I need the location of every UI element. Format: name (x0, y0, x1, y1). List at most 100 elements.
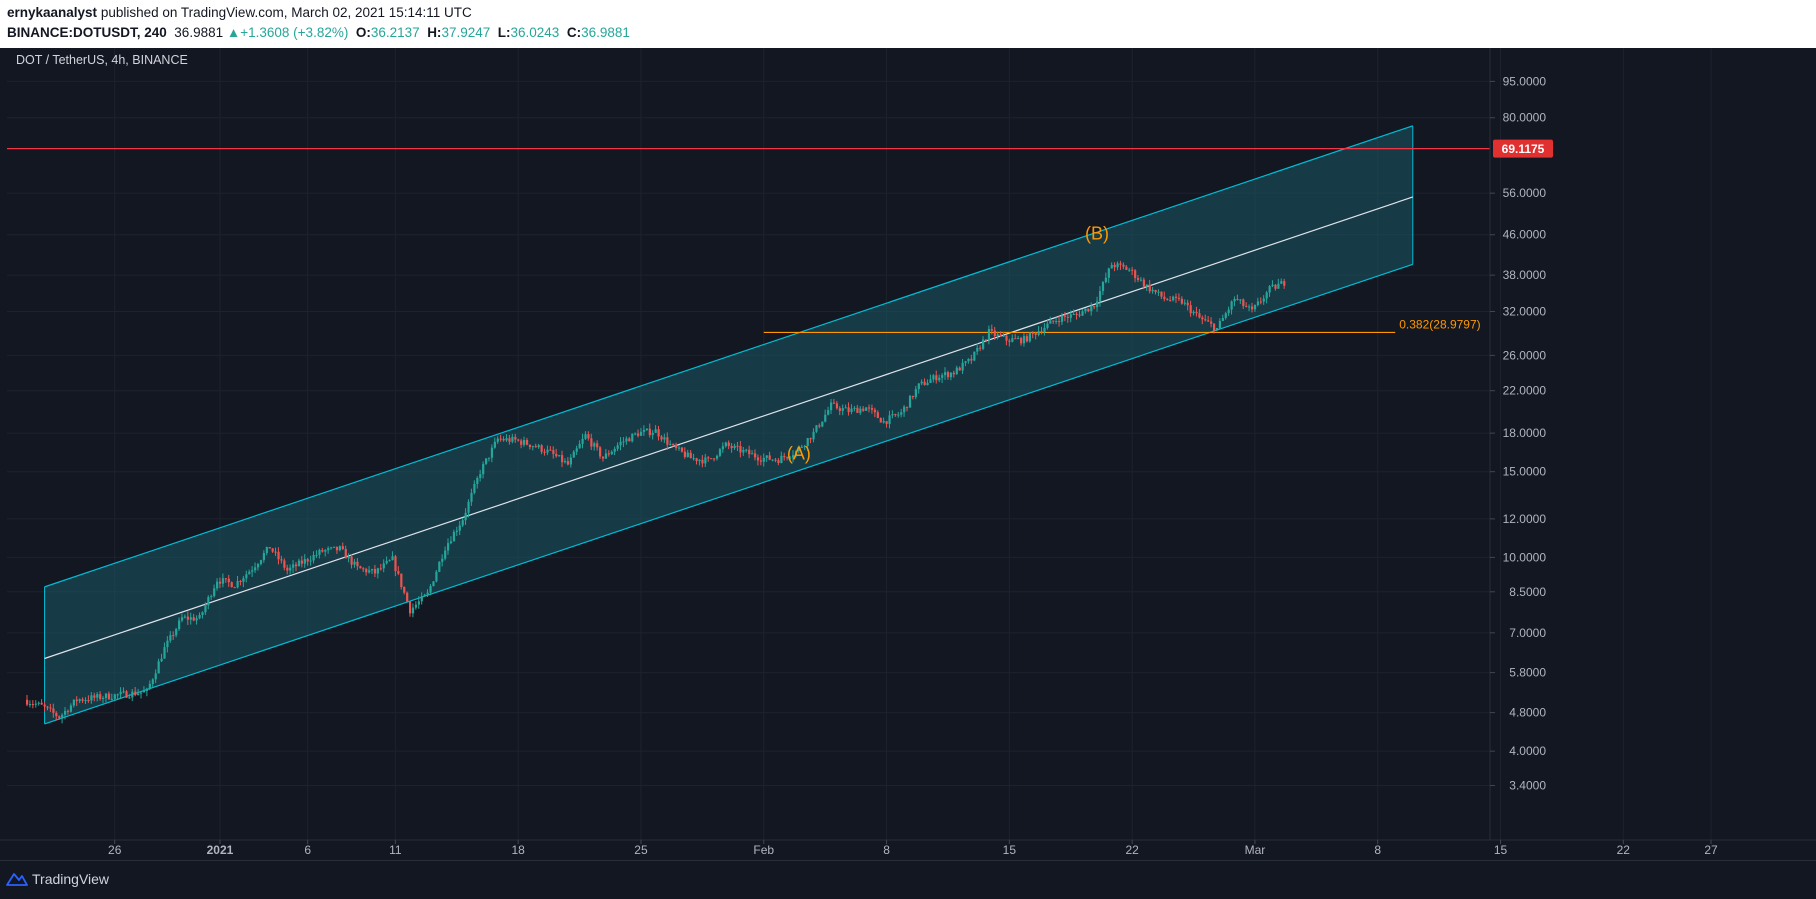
candle-body (49, 707, 52, 709)
price-change: +1.3608 (+3.82%) (240, 25, 349, 40)
candle-body (1174, 296, 1178, 298)
candle-body (192, 617, 195, 621)
candle-body (178, 620, 181, 630)
candle-body (347, 556, 350, 559)
price-tick-label: 32.0000 (1503, 304, 1547, 318)
candle-body (1224, 313, 1227, 318)
change-up-icon: ▲ (226, 25, 241, 40)
candle-body (1233, 299, 1236, 302)
candle-body (540, 445, 543, 452)
candle-body (926, 382, 929, 386)
low-label: L: (497, 25, 511, 40)
candle-body (713, 458, 716, 460)
candle-body (34, 703, 37, 705)
time-tick-label: 27 (1704, 843, 1718, 857)
candle-body (145, 688, 149, 691)
candle-body (169, 635, 172, 641)
price-tick-label: 56.0000 (1503, 186, 1547, 200)
publisher-name[interactable]: ernykaanalyst (7, 5, 97, 20)
candle-body (271, 548, 274, 552)
candle-body (818, 425, 821, 427)
candle-body (224, 578, 228, 580)
candle-body (315, 554, 318, 556)
candle-body (897, 414, 900, 416)
candle-body (1116, 263, 1119, 268)
candle-body (1008, 340, 1011, 342)
candle-body (941, 375, 944, 378)
candle-body (233, 587, 236, 589)
candle-body (69, 705, 73, 712)
candle-body (870, 408, 874, 410)
candle-body (140, 692, 143, 694)
candle-body (406, 592, 409, 602)
price-tick-label: 4.8000 (1509, 706, 1546, 720)
candle-body (1034, 333, 1037, 335)
candle-body (561, 455, 564, 463)
candle-body (619, 441, 622, 446)
candle-body (1040, 331, 1043, 333)
candle-body (496, 438, 499, 442)
candle-body (294, 564, 298, 567)
candle-body (84, 700, 87, 702)
candle-body (563, 461, 567, 463)
candle-body (1212, 323, 1216, 331)
candle-body (999, 334, 1002, 336)
candle-body (444, 550, 447, 559)
candle-body (727, 442, 730, 446)
candle-body (847, 407, 850, 413)
chart-frame: ernykaanalyst published on TradingView.c… (0, 0, 1816, 899)
candle-body (990, 329, 993, 331)
candle-body (1204, 319, 1207, 321)
candle-body (982, 339, 985, 349)
candle-body (850, 408, 853, 413)
candle-body (403, 587, 406, 593)
candle-body (528, 444, 532, 447)
candle-body (198, 614, 201, 619)
candle-body (1195, 311, 1198, 314)
candle-body (835, 403, 839, 409)
candle-body (134, 691, 137, 695)
candle-body (1145, 284, 1148, 287)
candle-body (370, 569, 374, 571)
candle-body (865, 407, 868, 411)
candle-body (821, 421, 824, 427)
candle-body (414, 604, 418, 608)
candle-body (1250, 306, 1254, 310)
candle-body (680, 447, 684, 452)
candle-body (218, 581, 222, 584)
candle-body (180, 617, 184, 621)
tradingview-logo[interactable]: TradingView (6, 871, 109, 887)
candle-body (1268, 286, 1271, 293)
candle-body (327, 548, 330, 551)
candle-body (1151, 289, 1154, 292)
price-tick-label: 5.8000 (1509, 666, 1546, 680)
candle-body (1046, 323, 1049, 328)
candle-body (625, 438, 628, 442)
candle-body (1101, 282, 1105, 292)
candle-body (183, 616, 187, 618)
candle-body (1139, 279, 1143, 281)
candle-body (1063, 315, 1067, 317)
candle-body (268, 547, 271, 549)
candle-body (353, 561, 356, 565)
low-value: 36.0243 (510, 25, 560, 40)
candle-body (546, 449, 549, 453)
candle-body (639, 431, 643, 436)
candle-body (572, 451, 575, 458)
candle-body (1154, 289, 1157, 293)
candle-body (107, 693, 111, 700)
candle-body (596, 443, 599, 448)
time-tick-label: 18 (511, 843, 525, 857)
candle-body (1069, 314, 1072, 318)
candle-body (683, 451, 687, 457)
candle-body (587, 434, 590, 439)
price-tick-label: 46.0000 (1503, 228, 1547, 242)
candle-body (534, 446, 537, 448)
candle-body (394, 556, 397, 572)
time-axis-background (0, 840, 1816, 860)
candle-body (1028, 332, 1031, 342)
chart-background (0, 48, 1816, 860)
price-chart[interactable]: 69.1175 0.382(28.9797) (A) (B) DOT / TetherU… (0, 48, 1816, 860)
candle-body (1107, 268, 1110, 278)
candle-body (216, 581, 219, 589)
